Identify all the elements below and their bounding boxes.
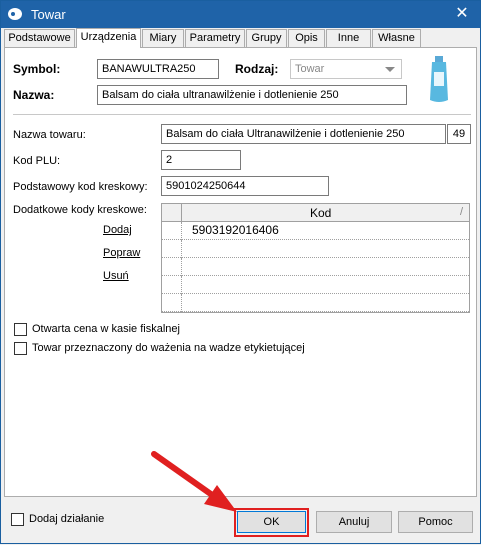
grid-header: Kod / [162, 204, 469, 222]
row-header [162, 258, 182, 276]
tab-podstawowe[interactable]: Podstawowe [4, 29, 75, 47]
barcode-grid[interactable]: Kod / 5903192016406 [161, 203, 470, 313]
product-window: Towar ✕ Podstawowe Urządzenia Miary Para… [0, 0, 481, 544]
open-price-label: Otwarta cena w kasie fiskalnej [32, 323, 180, 335]
kod-plu-field[interactable]: 2 [161, 150, 241, 170]
close-icon[interactable]: ✕ [450, 3, 474, 25]
row-header [162, 276, 182, 294]
column-header-kod[interactable]: Kod [310, 206, 331, 220]
tab-wlasne[interactable]: Własne [372, 29, 421, 47]
tab-urzadzenia[interactable]: Urządzenia [76, 28, 141, 48]
title-bar: Towar ✕ [1, 1, 480, 28]
dodatkowe-label: Dodatkowe kody kreskowe: [13, 204, 147, 216]
tab-opis[interactable]: Opis [288, 29, 325, 47]
open-price-checkbox[interactable] [14, 323, 27, 336]
add-action-checkbox[interactable] [11, 513, 24, 526]
edit-barcode-link[interactable]: Popraw [103, 247, 140, 259]
app-icon [8, 8, 22, 20]
nazwa-towaru-label: Nazwa towaru: [13, 129, 86, 141]
tab-inne[interactable]: Inne [326, 29, 371, 47]
cancel-button[interactable]: Anuluj [316, 511, 392, 533]
tab-miary[interactable]: Miary [142, 29, 184, 47]
row-header [162, 240, 182, 258]
weighing-checkbox[interactable] [14, 342, 27, 355]
row-header [162, 222, 182, 240]
kod-plu-label: Kod PLU: [13, 155, 61, 167]
grid-corner [162, 204, 182, 222]
help-button[interactable]: Pomoc [398, 511, 473, 533]
kod-kreskowy-label: Podstawowy kod kreskowy: [13, 181, 148, 193]
char-count: 49 [447, 124, 471, 144]
barcode-cell: 5903192016406 [192, 223, 279, 237]
nazwa-field[interactable]: Balsam do ciała ultranawilżenie i dotlen… [97, 85, 407, 105]
table-row[interactable] [162, 258, 469, 276]
tab-parametry[interactable]: Parametry [185, 29, 245, 47]
rodzaj-label: Rodzaj: [235, 62, 279, 76]
tab-panel: Symbol: BANAWULTRA250 Rodzaj: Towar Nazw… [4, 47, 477, 497]
nazwa-towaru-field[interactable]: Balsam do ciała Ultranawilżenie i dotlen… [161, 124, 446, 144]
table-row[interactable]: 5903192016406 [162, 222, 469, 240]
table-row[interactable] [162, 240, 469, 258]
weighing-label: Towar przeznaczony do ważenia na wadze e… [32, 342, 305, 354]
add-action-label: Dodaj działanie [29, 513, 105, 525]
kod-kreskowy-field[interactable]: 5901024250644 [161, 176, 329, 196]
delete-barcode-link[interactable]: Usuń [103, 270, 129, 282]
window-title: Towar [31, 7, 66, 22]
symbol-label: Symbol: [13, 62, 61, 76]
table-row[interactable] [162, 276, 469, 294]
table-row[interactable] [162, 294, 469, 312]
nazwa-label: Nazwa: [13, 88, 55, 102]
rodzaj-value: Towar [295, 63, 325, 75]
sort-indicator: / [459, 206, 463, 218]
symbol-field[interactable]: BANAWULTRA250 [97, 59, 219, 79]
row-header [162, 294, 182, 312]
rodzaj-select[interactable]: Towar [290, 59, 402, 79]
divider [13, 114, 471, 115]
ok-highlight-box [234, 508, 309, 537]
chevron-down-icon [385, 67, 395, 72]
tab-grupy[interactable]: Grupy [246, 29, 287, 47]
add-barcode-link[interactable]: Dodaj [103, 224, 132, 236]
product-image [430, 56, 448, 102]
